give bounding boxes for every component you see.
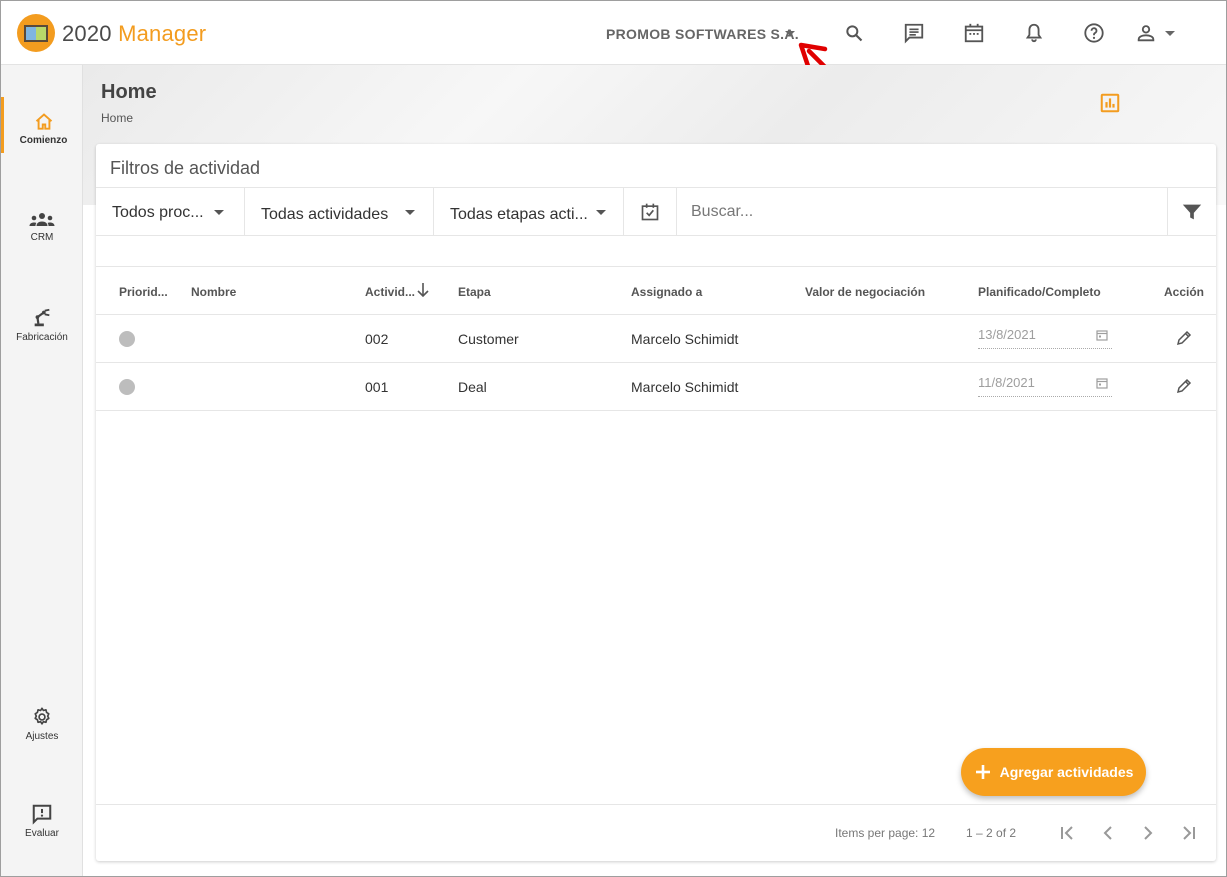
priority-dot (119, 379, 135, 395)
breadcrumb[interactable]: Home (101, 111, 133, 125)
bell-icon[interactable] (1022, 21, 1046, 45)
home-icon (4, 112, 83, 132)
items-per-page-value: 12 (921, 826, 936, 840)
paginator: Items per page: 12 1 – 2 of 2 (96, 804, 1216, 861)
sort-arrow-down-icon[interactable] (416, 282, 430, 298)
app-brand: 2020 Manager (62, 22, 206, 46)
items-per-page-label: Items per page: (835, 826, 919, 840)
process-select[interactable]: Todos proc... (96, 188, 245, 235)
app-window: 2020 Manager PROMOB SOFTWARES S.A. Comie… (0, 0, 1227, 877)
edit-pencil-icon[interactable] (1176, 378, 1192, 394)
sidebar: Comienzo CRM Fabricación Ajustes Evaluar (1, 65, 83, 876)
process-select-value: Todos proc... (112, 204, 204, 221)
company-selector[interactable]: PROMOB SOFTWARES S.A. (606, 26, 799, 42)
header-action: Acción (1164, 285, 1205, 299)
robot-arm-icon (1, 307, 83, 329)
sidebar-item-crm[interactable]: CRM (1, 211, 83, 243)
table-header: Priorid... Nombre Activid... Etapa Assig… (96, 266, 1216, 315)
cell-activity: 002 (365, 331, 389, 347)
top-bar: 2020 Manager PROMOB SOFTWARES S.A. (1, 1, 1226, 65)
edit-pencil-icon[interactable] (1176, 330, 1192, 346)
chat-icon[interactable] (902, 21, 926, 45)
calendar-check-button[interactable] (624, 188, 677, 235)
header-stage[interactable]: Etapa (458, 285, 491, 299)
plus-icon (975, 765, 990, 779)
previous-page-icon[interactable] (1096, 821, 1120, 845)
sidebar-item-evaluar[interactable]: Evaluar (1, 803, 83, 839)
date-field[interactable]: 13/8/2021 (978, 327, 1112, 349)
chevron-down-icon (214, 210, 224, 215)
cell-assigned: Marcelo Schimidt (631, 379, 739, 395)
cell-stage: Deal (458, 379, 487, 395)
page-range: 1 – 2 of 2 (966, 826, 1017, 840)
user-menu-chevron-down-icon[interactable] (1165, 31, 1175, 36)
first-page-icon[interactable] (1056, 821, 1080, 845)
date-value: 13/8/2021 (978, 327, 1036, 342)
cell-stage: Customer (458, 331, 519, 347)
sidebar-item-label: Evaluar (25, 828, 59, 839)
brand-prefix: 2020 (62, 21, 112, 46)
page-title: Home (101, 81, 157, 103)
table-row[interactable]: 001 Deal Marcelo Schimidt 11/8/2021 (96, 363, 1216, 411)
app-logo[interactable] (17, 14, 55, 52)
brand-suffix: Manager (118, 21, 207, 46)
date-field[interactable]: 11/8/2021 (978, 375, 1112, 397)
sidebar-item-label: Comienzo (19, 135, 68, 146)
calendar-check-icon (641, 203, 659, 220)
sidebar-item-label: CRM (30, 232, 54, 243)
activities-select[interactable]: Todas actividades (245, 188, 434, 235)
table-row[interactable]: 002 Customer Marcelo Schimidt 13/8/2021 (96, 315, 1216, 363)
sidebar-item-comienzo[interactable]: Comienzo (1, 97, 83, 153)
sidebar-item-label: Fabricación (16, 332, 68, 343)
items-per-page[interactable]: Items per page: 12 (835, 826, 935, 840)
header-value[interactable]: Valor de negociación (805, 285, 925, 299)
gear-icon (1, 706, 83, 728)
bar-chart-icon[interactable] (1099, 92, 1121, 119)
header-name[interactable]: Nombre (191, 285, 236, 299)
filter-row: Todos proc... Todas actividades Todas et… (96, 187, 1216, 236)
header-planned[interactable]: Planificado/Completo (978, 285, 1101, 299)
filter-icon (1182, 204, 1202, 219)
sidebar-item-label: Ajustes (25, 731, 59, 742)
cell-assigned: Marcelo Schimidt (631, 331, 739, 347)
feedback-icon (1, 803, 83, 825)
card-title: Filtros de actividad (110, 158, 261, 178)
activity-card: Filtros de actividad Todos proc... Todas… (96, 144, 1216, 861)
group-icon (1, 211, 83, 229)
header-assigned[interactable]: Assignado a (631, 285, 702, 299)
search-input[interactable] (677, 188, 1167, 235)
sidebar-item-ajustes[interactable]: Ajustes (1, 706, 83, 742)
sidebar-item-fabricacion[interactable]: Fabricación (1, 307, 83, 343)
stages-select-value: Todas etapas acti... (450, 206, 588, 223)
chevron-down-icon (405, 210, 415, 215)
date-value: 11/8/2021 (978, 375, 1035, 390)
help-icon[interactable] (1082, 21, 1106, 45)
priority-dot (119, 331, 135, 347)
last-page-icon[interactable] (1176, 821, 1200, 845)
calendar-icon[interactable] (1096, 329, 1108, 341)
activity-table: Priorid... Nombre Activid... Etapa Assig… (96, 266, 1216, 411)
add-activities-button[interactable]: Agregar actividades (961, 748, 1146, 796)
calendar-icon[interactable] (962, 21, 986, 45)
next-page-icon[interactable] (1136, 821, 1160, 845)
cell-activity: 001 (365, 379, 389, 395)
add-activities-label: Agregar actividades (999, 764, 1134, 780)
stages-select[interactable]: Todas etapas acti... (434, 188, 624, 235)
filter-button[interactable] (1167, 188, 1216, 235)
header-activity[interactable]: Activid... (365, 285, 415, 299)
chevron-down-icon (596, 210, 606, 215)
header-priority[interactable]: Priorid... (119, 285, 168, 299)
company-chevron-down-icon[interactable] (785, 31, 795, 36)
activities-select-value: Todas actividades (261, 206, 389, 223)
user-icon[interactable] (1134, 21, 1158, 45)
calendar-icon[interactable] (1096, 377, 1108, 389)
